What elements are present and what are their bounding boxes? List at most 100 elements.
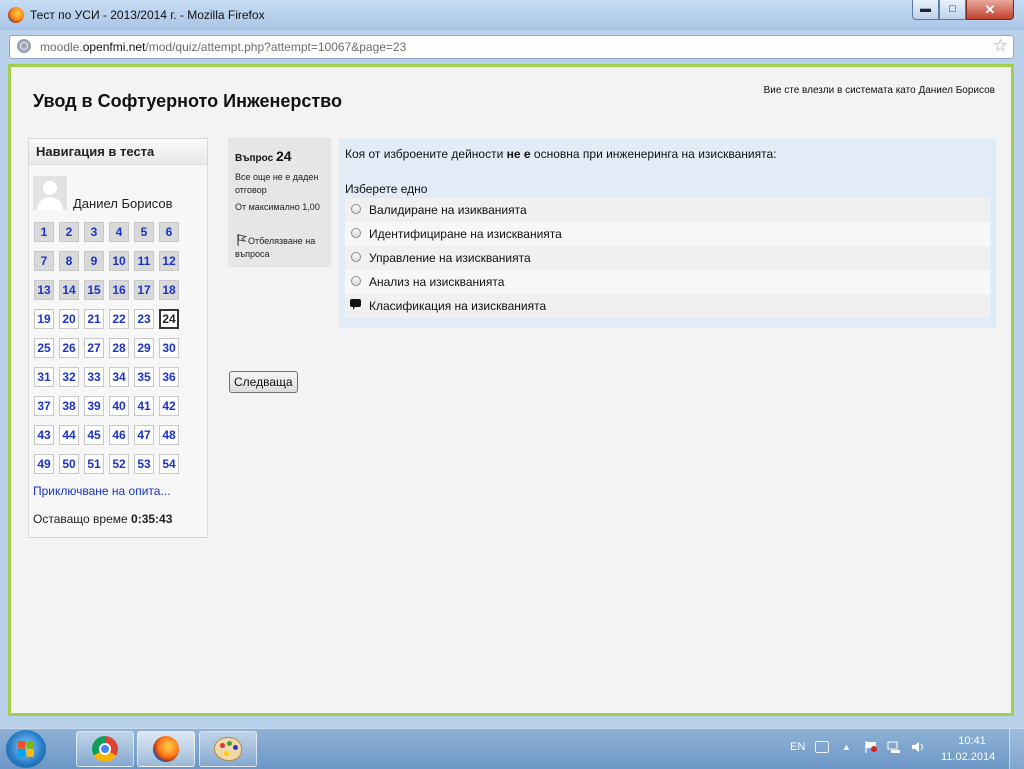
- question-nav-button[interactable]: 23: [134, 309, 154, 329]
- question-nav-button[interactable]: 44: [59, 425, 79, 445]
- close-icon: ✕: [984, 2, 996, 17]
- question-nav-button[interactable]: 32: [59, 367, 79, 387]
- hand-cursor-icon: [350, 299, 361, 310]
- question-nav-button[interactable]: 6: [159, 222, 179, 242]
- question-nav-button[interactable]: 53: [134, 454, 154, 474]
- navigation-toolbar: moodle.openfmi.net/mod/quiz/attempt.php?…: [0, 30, 1024, 64]
- answer-label[interactable]: Идентифициране на изискванията: [369, 227, 562, 241]
- question-nav-button[interactable]: 40: [109, 396, 129, 416]
- answer-label[interactable]: Управление на изискванията: [369, 251, 531, 265]
- answer-radio[interactable]: [351, 204, 361, 214]
- page-content: Увод в Софтуерното Инженерство Вие сте в…: [8, 64, 1014, 716]
- address-bar[interactable]: moodle.openfmi.net/mod/quiz/attempt.php?…: [9, 35, 1014, 59]
- question-nav-button[interactable]: 48: [159, 425, 179, 445]
- question-nav-button[interactable]: 42: [159, 396, 179, 416]
- network-icon[interactable]: [887, 741, 901, 753]
- volume-icon[interactable]: [911, 741, 925, 753]
- question-content: Коя от изброените дейности не е основна …: [339, 138, 996, 328]
- maximize-button[interactable]: □: [939, 0, 966, 20]
- question-nav-button[interactable]: 28: [109, 338, 129, 358]
- answer-radio[interactable]: [351, 276, 361, 286]
- question-nav-button[interactable]: 39: [84, 396, 104, 416]
- question-nav-button[interactable]: 36: [159, 367, 179, 387]
- question-nav-button[interactable]: 45: [84, 425, 104, 445]
- question-nav-button[interactable]: 35: [134, 367, 154, 387]
- question-nav-button[interactable]: 29: [134, 338, 154, 358]
- question-nav-button[interactable]: 4: [109, 222, 129, 242]
- question-nav-button[interactable]: 25: [34, 338, 54, 358]
- answer-label[interactable]: Валидиране на изикванията: [369, 203, 527, 217]
- question-nav-button[interactable]: 37: [34, 396, 54, 416]
- user-name[interactable]: Даниел Борисов: [73, 196, 173, 211]
- question-nav-button[interactable]: 43: [34, 425, 54, 445]
- question-nav-button[interactable]: 11: [134, 251, 154, 271]
- question-nav-button[interactable]: 51: [84, 454, 104, 474]
- question-nav-button[interactable]: 41: [134, 396, 154, 416]
- answer-option[interactable]: Управление на изискванията: [345, 246, 990, 270]
- clock-time[interactable]: 10:41: [955, 735, 989, 747]
- question-nav-button[interactable]: 14: [59, 280, 79, 300]
- question-nav-button[interactable]: 22: [109, 309, 129, 329]
- question-nav-button[interactable]: 47: [134, 425, 154, 445]
- question-state: Все още не е даден отговор: [235, 172, 319, 195]
- finish-attempt-link[interactable]: Приключване на опита...: [33, 484, 170, 498]
- question-nav-button[interactable]: 9: [84, 251, 104, 271]
- question-nav-button[interactable]: 5: [134, 222, 154, 242]
- firefox-icon: [8, 7, 24, 23]
- question-nav-button[interactable]: 17: [134, 280, 154, 300]
- minimize-button[interactable]: ▬: [912, 0, 939, 20]
- question-nav-button[interactable]: 34: [109, 367, 129, 387]
- question-nav-button[interactable]: 21: [84, 309, 104, 329]
- question-nav-button[interactable]: 13: [34, 280, 54, 300]
- show-hidden-icons-icon[interactable]: ▲: [842, 741, 856, 753]
- answer-label[interactable]: Анализ на изискванията: [369, 275, 504, 289]
- close-button[interactable]: ✕: [966, 0, 1014, 20]
- timer-value: 0:35:43: [131, 512, 173, 526]
- taskbar-chrome[interactable]: [76, 731, 134, 767]
- question-nav-button[interactable]: 24: [159, 309, 179, 329]
- question-nav-button[interactable]: 12: [159, 251, 179, 271]
- question-nav-button[interactable]: 26: [59, 338, 79, 358]
- taskbar-firefox[interactable]: [137, 731, 195, 767]
- answer-label[interactable]: Класификация на изискванията: [369, 299, 546, 313]
- question-nav-button[interactable]: 19: [34, 309, 54, 329]
- answer-option[interactable]: Анализ на изискванията: [345, 270, 990, 294]
- question-text: Коя от изброените дейности не е основна …: [345, 147, 777, 161]
- question-nav-button[interactable]: 20: [59, 309, 79, 329]
- question-nav-button[interactable]: 8: [59, 251, 79, 271]
- avatar[interactable]: [33, 176, 67, 210]
- question-nav-button[interactable]: 2: [59, 222, 79, 242]
- question-nav-button[interactable]: 46: [109, 425, 129, 445]
- question-nav-button[interactable]: 18: [159, 280, 179, 300]
- question-nav-button[interactable]: 1: [34, 222, 54, 242]
- question-nav-button[interactable]: 7: [34, 251, 54, 271]
- flag-question-link[interactable]: Отбелязване на въпроса: [235, 235, 327, 261]
- question-nav-button[interactable]: 3: [84, 222, 104, 242]
- question-nav-button[interactable]: 30: [159, 338, 179, 358]
- question-nav-button[interactable]: 52: [109, 454, 129, 474]
- language-indicator[interactable]: EN: [790, 741, 805, 753]
- answer-option[interactable]: Идентифициране на изискванията: [345, 222, 990, 246]
- question-nav-button[interactable]: 15: [84, 280, 104, 300]
- question-nav-button[interactable]: 16: [109, 280, 129, 300]
- answer-radio[interactable]: [351, 252, 361, 262]
- question-nav-button[interactable]: 31: [34, 367, 54, 387]
- question-nav-button[interactable]: 50: [59, 454, 79, 474]
- next-page-button[interactable]: Следваща: [229, 371, 298, 393]
- question-nav-button[interactable]: 54: [159, 454, 179, 474]
- taskbar-paint[interactable]: [199, 731, 257, 767]
- answer-option[interactable]: Валидиране на изикванията: [345, 198, 990, 222]
- show-desktop-button[interactable]: [1009, 729, 1024, 769]
- question-nav-button[interactable]: 27: [84, 338, 104, 358]
- question-nav-button[interactable]: 49: [34, 454, 54, 474]
- question-nav-button[interactable]: 33: [84, 367, 104, 387]
- question-nav-button[interactable]: 10: [109, 251, 129, 271]
- bookmark-star-icon[interactable]: ☆: [993, 37, 1008, 55]
- action-center-icon[interactable]: [864, 741, 878, 753]
- question-nav-button[interactable]: 38: [59, 396, 79, 416]
- clock-date[interactable]: 11.02.2014: [941, 751, 995, 763]
- answer-option[interactable]: Класификация на изискванията: [345, 294, 990, 318]
- answer-radio[interactable]: [351, 228, 361, 238]
- keyboard-icon[interactable]: [815, 741, 829, 753]
- start-button[interactable]: [6, 730, 46, 768]
